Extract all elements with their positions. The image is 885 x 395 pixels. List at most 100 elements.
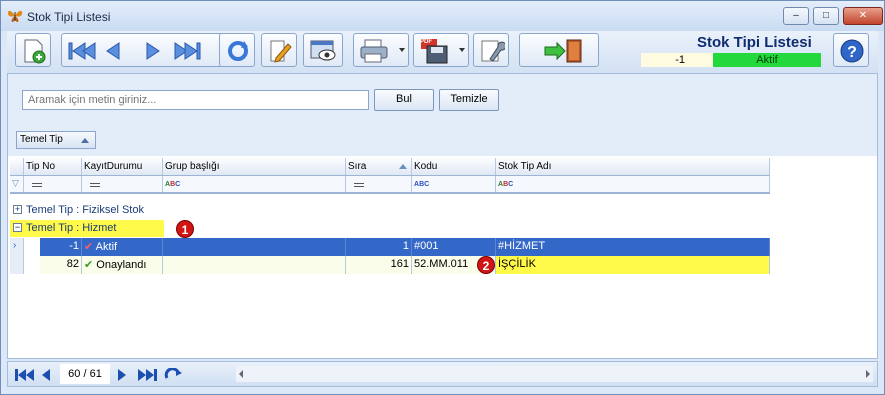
sort-ascending-icon (81, 138, 89, 143)
column-header-grup-basligi[interactable]: Grup başlığı (163, 158, 346, 175)
cell-sira: 1 (346, 238, 412, 256)
record-status-badge: Aktif (713, 53, 821, 67)
status-text: Onaylandı (96, 259, 147, 271)
edit-pencil-icon (270, 40, 292, 63)
app-window: Stok Tipi Listesi – □ ✕ PDF Stok Tipi Li… (0, 0, 885, 395)
settings-tool-button[interactable] (473, 33, 509, 67)
scroll-right-icon[interactable] (866, 370, 870, 378)
table-row[interactable]: › -1 ✔ Aktif 1 #001 #HİZMET (10, 238, 770, 256)
previous-page-icon[interactable] (40, 368, 52, 382)
annotation-badge-2: 2 (477, 256, 495, 274)
equals-icon (354, 183, 364, 187)
pdf-label: PDF (420, 39, 432, 45)
group-row-hizmet[interactable]: − Temel Tip : Hizmet 1 (10, 220, 770, 238)
selected-row-body: -1 ✔ Aktif 1 #001 #HİZMET (40, 238, 770, 256)
refresh-data-icon[interactable] (164, 368, 184, 382)
find-button[interactable]: Bul (374, 89, 434, 111)
text-filter-icon: ABC (414, 181, 430, 188)
help-icon: ? (840, 39, 864, 63)
cell-grup-basligi (163, 238, 346, 256)
scroll-left-icon[interactable] (239, 370, 243, 378)
record-navigation-group (61, 33, 223, 67)
row-indicator-icon: › (10, 238, 24, 256)
page-heading: Stok Tipi Listesi (697, 34, 812, 51)
column-header-kodu[interactable]: Kodu (412, 158, 496, 175)
exit-button[interactable] (519, 33, 599, 67)
text-filter-icon: ABC (498, 181, 514, 188)
filter-grup-basligi[interactable]: ABC (163, 176, 346, 192)
equals-icon (90, 183, 100, 187)
grid-header: Tip No KayıtDurumu Grup başlığı Sıra Kod… (10, 158, 770, 176)
export-pdf-button[interactable]: PDF (413, 33, 469, 67)
horizontal-scrollbar[interactable] (236, 366, 873, 382)
cell-grup-basligi (163, 256, 346, 274)
preview-button[interactable] (303, 33, 343, 67)
minimize-button[interactable]: – (783, 7, 809, 25)
group-row-fiziksel-stok[interactable]: + Temel Tip : Fiziksel Stok (10, 202, 770, 219)
search-input[interactable] (22, 90, 369, 110)
record-id-value: -1 (641, 53, 713, 67)
filter-kodu[interactable]: ABC (412, 176, 496, 192)
collapse-icon[interactable]: − (13, 223, 22, 232)
expand-icon[interactable]: + (13, 205, 22, 214)
check-icon: ✔ (84, 241, 94, 253)
group-by-panel: Temel Tip (8, 122, 877, 156)
cell-stok-tip-adi: İŞÇİLİK (496, 256, 770, 274)
filter-funnel-icon: ▽ (10, 176, 24, 192)
cell-sira: 161 (346, 256, 412, 274)
column-header-tip-no[interactable]: Tip No (24, 158, 82, 175)
annotation-badge-1: 1 (176, 220, 194, 238)
filter-stok-tip-adi[interactable]: ABC (496, 176, 770, 192)
last-page-icon[interactable] (136, 368, 158, 382)
cell-kayit-durumu: ✔ Aktif (82, 238, 163, 256)
column-header-kayit-durumu[interactable]: KayıtDurumu (82, 158, 163, 175)
group-label: Temel Tip : Fiziksel Stok (26, 204, 144, 216)
table-row[interactable]: 82 ✔ Onaylandı 161 52.MM.011 İŞÇİLİK 2 (10, 256, 770, 274)
group-chip-temel-tip[interactable]: Temel Tip (16, 131, 96, 149)
filter-row: ▽ ABC ABC ABC (10, 176, 770, 194)
window-title: Stok Tipi Listesi (27, 10, 111, 24)
filter-sira[interactable] (346, 176, 412, 192)
cell-tip-no: -1 (40, 238, 82, 256)
header-indicator (10, 158, 24, 175)
cell-tip-no: 82 (40, 256, 82, 274)
exit-door-icon (544, 39, 582, 63)
refresh-button[interactable] (219, 33, 255, 67)
toolbar: PDF Stok Tipi Listesi -1 Aktif ? (7, 31, 878, 73)
clear-button[interactable]: Temizle (439, 89, 499, 111)
new-record-button[interactable] (15, 33, 51, 67)
main-panel: Bul Temizle Temel Tip Tip No KayıtDurumu… (7, 73, 878, 359)
refresh-icon (228, 41, 248, 61)
sort-ascending-icon (399, 164, 407, 169)
help-button[interactable]: ? (833, 33, 869, 67)
row-body: 82 ✔ Onaylandı 161 52.MM.011 İŞÇİLİK (40, 256, 770, 274)
print-button[interactable] (353, 33, 409, 67)
wrench-icon (481, 40, 505, 62)
group-chip-label: Temel Tip (20, 134, 63, 145)
maximize-button[interactable]: □ (813, 7, 839, 25)
cell-stok-tip-adi: #HİZMET (496, 238, 770, 256)
filter-kayit-durumu[interactable] (82, 176, 163, 192)
text-filter-icon: ABC (165, 181, 181, 188)
next-page-icon[interactable] (116, 368, 128, 382)
filter-tip-no[interactable] (24, 176, 82, 192)
butterfly-icon (7, 10, 23, 22)
check-icon: ✔ (84, 259, 94, 271)
column-header-sira[interactable]: Sıra (346, 158, 412, 175)
cell-kayit-durumu: ✔ Onaylandı (82, 256, 163, 274)
edit-button[interactable] (261, 33, 297, 67)
equals-icon (32, 183, 42, 187)
view-eye-icon (310, 40, 336, 61)
new-document-icon (24, 39, 46, 64)
column-header-stok-tip-adi[interactable]: Stok Tip Adı (496, 158, 770, 175)
status-text: Aktif (95, 241, 118, 253)
close-button[interactable]: ✕ (843, 7, 883, 25)
column-label-sira: Sıra (348, 161, 367, 172)
cell-kodu: #001 (412, 238, 496, 256)
group-label: Temel Tip : Hizmet (26, 222, 117, 234)
svg-text:?: ? (847, 44, 857, 61)
search-area: Bul Temizle (8, 74, 877, 122)
page-indicator: 60 / 61 (60, 364, 110, 384)
printer-icon (360, 39, 388, 63)
first-page-icon[interactable] (14, 368, 36, 382)
